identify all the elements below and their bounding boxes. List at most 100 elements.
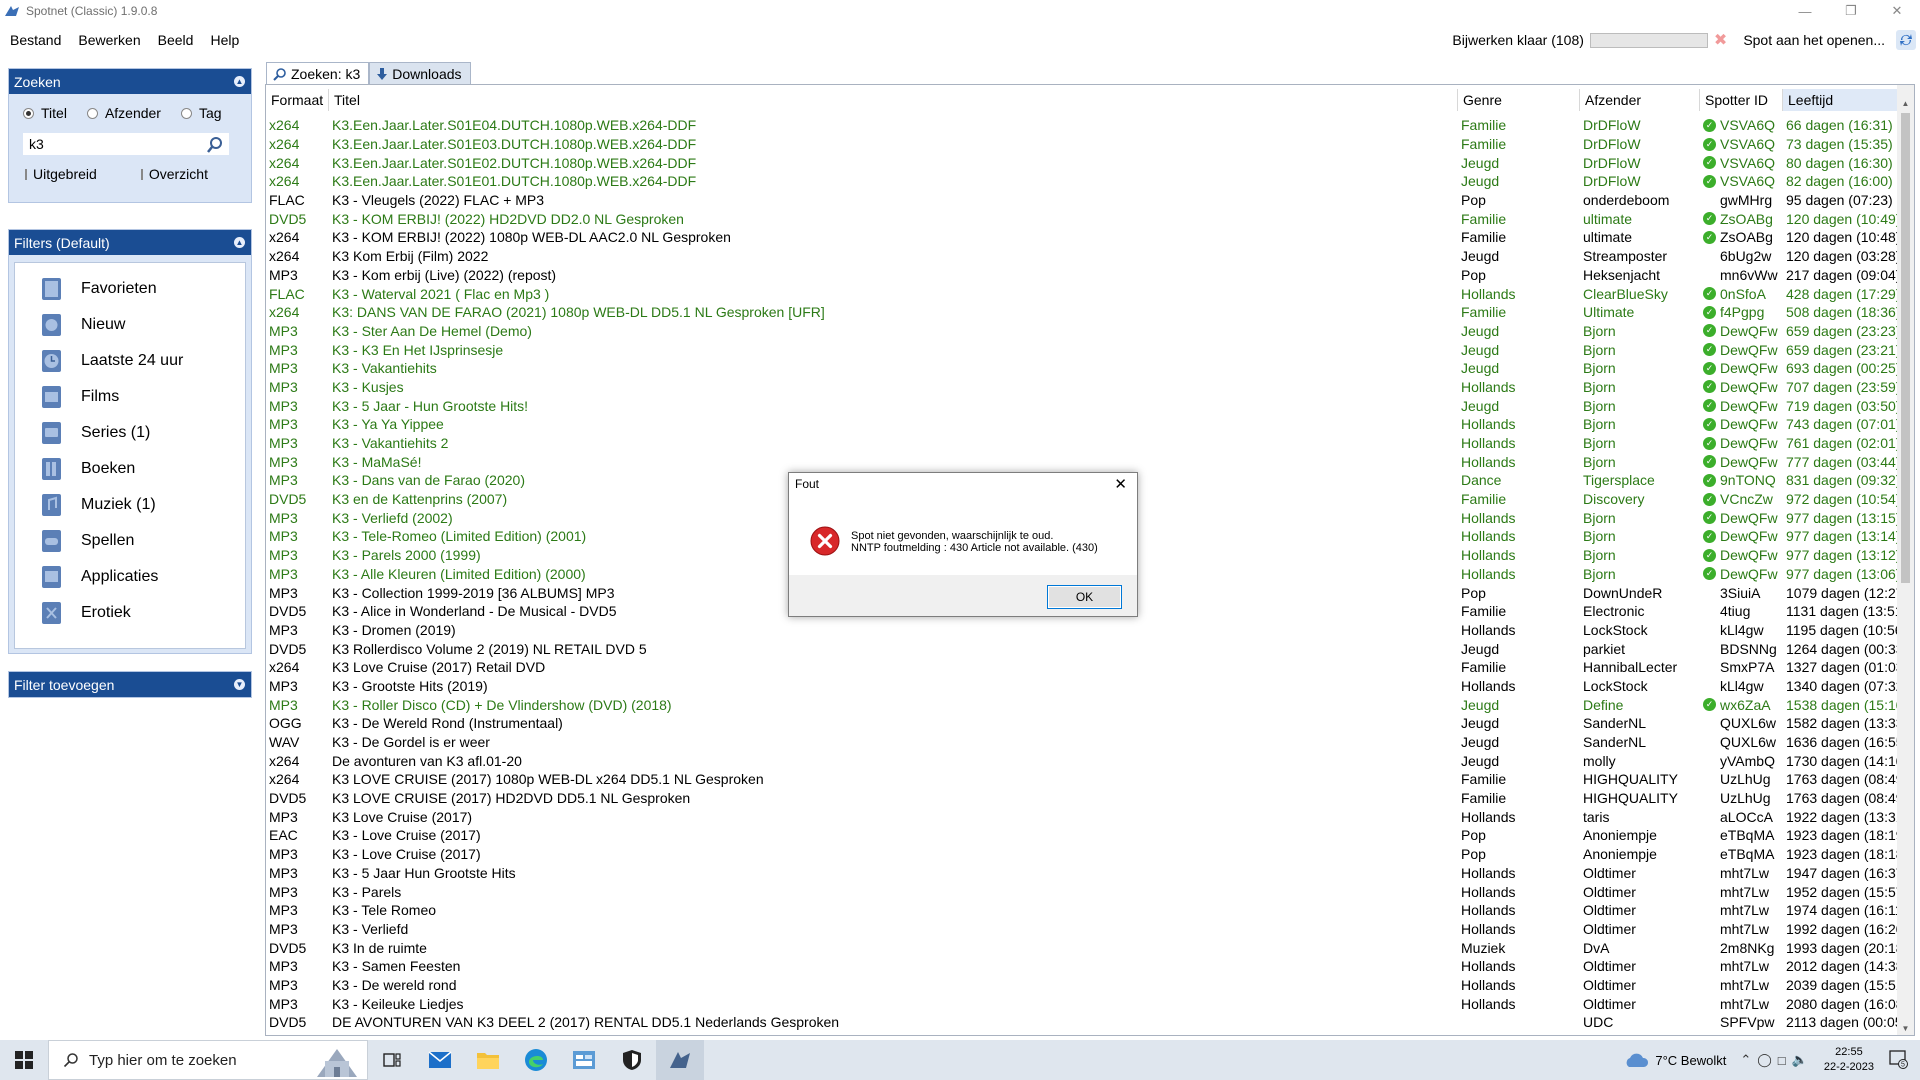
refresh-icon[interactable] [1895, 29, 1917, 51]
col-formaat[interactable]: Formaat [266, 89, 329, 111]
table-row[interactable]: FLAC K3 - Vleugels (2022) FLAC + MP3 Pop on… [266, 191, 1898, 210]
collapse-icon[interactable]: ▲ [234, 237, 245, 248]
table-row[interactable]: x264 K3.Een.Jaar.Later.S01E04.DUTCH.1080p… [266, 116, 1898, 135]
overzicht-checkbox[interactable] [140, 168, 143, 180]
col-afzender[interactable]: Afzender [1580, 89, 1700, 111]
filters-panel-header[interactable]: Filters (Default) ▲ [9, 230, 251, 255]
tab-zoeken-k3[interactable]: Zoeken: k3 [266, 62, 370, 84]
file-explorer-button[interactable] [464, 1040, 512, 1080]
search-panel-header[interactable]: Zoeken ▲ [9, 69, 251, 94]
collapse-icon[interactable]: ▲ [234, 76, 245, 87]
col-spotter-id[interactable]: Spotter ID [1700, 89, 1783, 111]
col-titel[interactable]: Titel [329, 89, 1458, 111]
table-row[interactable]: MP3 K3 - Ster Aan De Hemel (Demo) Jeugd Bjo… [266, 322, 1898, 341]
menu-bestand[interactable]: Bestand [0, 32, 68, 48]
filter-item-boeken[interactable]: Boeken [15, 451, 245, 487]
filter-item-erotiek[interactable]: Erotiek [15, 595, 245, 631]
control-panel-button[interactable] [560, 1040, 608, 1080]
table-row[interactable]: x264 De avonturen van K3 afl.01-20 Jeugd mo… [266, 751, 1898, 770]
minimize-button[interactable]: — [1782, 0, 1828, 22]
filter-item-films[interactable]: Films [15, 379, 245, 415]
table-row[interactable]: MP3 K3 - Ya Ya Yippee Hollands Bjorn ✓ DewQFw… [266, 415, 1898, 434]
restore-button[interactable]: ❐ [1828, 0, 1874, 22]
table-row[interactable]: MP3 K3 - Grootste Hits (2019) Hollands Lock… [266, 677, 1898, 696]
table-row[interactable]: MP3 K3 - Vakantiehits 2 Hollands Bjorn ✓ DewQ… [266, 434, 1898, 453]
filter-item-spellen[interactable]: Spellen [15, 523, 245, 559]
table-row[interactable]: MP3 K3 - Kusjes Hollands Bjorn ✓ DewQFw 707 da… [266, 378, 1898, 397]
table-row[interactable]: MP3 K3 - Parels Hollands Oldtimer mht7Lw 1952… [266, 882, 1898, 901]
table-row[interactable]: MP3 K3 - Keileuke Liedjes Hollands Oldtimer… [266, 994, 1898, 1013]
table-row[interactable]: DVD5 K3 LOVE CRUISE (2017) HD2DVD DD5.1 N… [266, 789, 1898, 808]
table-row[interactable]: x264 K3.Een.Jaar.Later.S01E03.DUTCH.1080p… [266, 135, 1898, 154]
table-row[interactable]: MP3 K3 - Tele Romeo Hollands Oldtimer mht7Lw… [266, 901, 1898, 920]
table-row[interactable]: x264 K3.Een.Jaar.Later.S01E02.DUTCH.1080p… [266, 153, 1898, 172]
table-row[interactable]: OGG K3 - De Wereld Rond (Instrumentaal) Je… [266, 714, 1898, 733]
radio-tag[interactable] [180, 107, 192, 119]
table-row[interactable]: DVD5 K3 Rollerdisco Volume 2 (2019) NL RE… [266, 639, 1898, 658]
scroll-thumb[interactable] [1901, 113, 1910, 583]
taskbar-search-box[interactable]: Typ hier om te zoeken [48, 1040, 368, 1080]
table-row[interactable]: WAV K3 - De Gordel is er weer Jeugd SanderN… [266, 733, 1898, 752]
col-genre[interactable]: Genre [1458, 89, 1580, 111]
notification-center-button[interactable]: 5 [1888, 1049, 1920, 1072]
table-row[interactable]: MP3 K3 - Love Cruise (2017) Pop Anoniempje e… [266, 845, 1898, 864]
table-row[interactable]: x264 K3 LOVE CRUISE (2017) 1080p WEB-DL x… [266, 770, 1898, 789]
filter-item-favorieten[interactable]: Favorieten [15, 271, 245, 307]
table-row[interactable]: MP3 K3 - Kom erbij (Live) (2022) (repost)… [266, 266, 1898, 285]
col-leeftijd[interactable]: Leeftijd [1783, 89, 1898, 111]
filter-item-nieuw[interactable]: Nieuw [15, 307, 245, 343]
table-row[interactable]: DVD5 K3 In de ruimte Muziek DvA 2m8NKg 1993 d… [266, 938, 1898, 957]
start-button[interactable] [0, 1040, 48, 1080]
volume-icon[interactable]: 🔈 [1792, 1052, 1808, 1068]
weather-widget[interactable]: 7°C Bewolkt [1623, 1052, 1726, 1068]
table-row[interactable]: MP3 K3 - Roller Disco (CD) + De Vlindersh… [266, 695, 1898, 714]
show-hidden-icons-icon[interactable]: ⌃ [1740, 1052, 1751, 1068]
tab-downloads[interactable]: Downloads [369, 62, 471, 84]
spotnet-taskbar-button[interactable] [656, 1040, 704, 1080]
dialog-close-icon[interactable]: ✕ [1114, 475, 1127, 493]
menu-beeld[interactable]: Beeld [148, 32, 201, 48]
table-row[interactable]: DVD5 DE AVONTUREN VAN K3 DEEL 2 (2017) RE… [266, 1013, 1898, 1032]
table-row[interactable]: x264 K3 Love Cruise (2017) Retail DVD Fami… [266, 658, 1898, 677]
table-row[interactable]: MP3 K3 - K3 En Het IJsprinsesje Jeugd Bjorn… [266, 340, 1898, 359]
table-row[interactable]: MP3 K3 - Vakantiehits Jeugd Bjorn ✓ DewQFw 693… [266, 359, 1898, 378]
clock[interactable]: 22:55 22-2-2023 [1824, 1045, 1874, 1075]
menu-bewerken[interactable]: Bewerken [68, 32, 147, 48]
network-icon[interactable]: □ [1778, 1053, 1786, 1068]
search-input[interactable]: k3 [23, 133, 229, 155]
table-row[interactable]: MP3 K3 - De wereld rond Hollands Oldtimer mh… [266, 976, 1898, 995]
ok-button[interactable]: OK [1047, 585, 1122, 609]
table-row[interactable]: FLAC K3 - Waterval 2021 ( Flac en Mp3 ) Ho… [266, 284, 1898, 303]
security-app-button[interactable] [608, 1040, 656, 1080]
edge-browser-button[interactable] [512, 1040, 560, 1080]
table-row[interactable]: MP3 K3 Love Cruise (2017) Hollands taris aLO… [266, 807, 1898, 826]
scroll-down-icon[interactable]: ▼ [1897, 1024, 1914, 1033]
table-row[interactable]: EAC K3 - Love Cruise (2017) Pop Anoniempje e… [266, 826, 1898, 845]
table-row[interactable]: MP3 K3 - Samen Feesten Hollands Oldtimer mht… [266, 957, 1898, 976]
close-window-button[interactable]: ✕ [1874, 0, 1920, 22]
filter-item-muziek-1[interactable]: Muziek (1) [15, 487, 245, 523]
table-row[interactable]: MP3 K3 - Dromen (2019) Hollands LockStock kL… [266, 621, 1898, 640]
table-row[interactable]: MP3 K3 - 5 Jaar Hun Grootste Hits Hollands… [266, 864, 1898, 883]
table-row[interactable]: x264 K3.Een.Jaar.Later.S01E01.DUTCH.1080p… [266, 172, 1898, 191]
search-icon[interactable] [206, 136, 224, 154]
add-filter-panel-header[interactable]: Filter toevoegen ▼ [9, 672, 251, 697]
task-view-button[interactable] [368, 1040, 416, 1080]
cancel-icon[interactable]: ✖ [1714, 30, 1727, 50]
vertical-scrollbar[interactable]: ▲ ▼ [1897, 85, 1914, 1035]
table-row[interactable]: MP3 K3 - MaMaSé! Hollands Bjorn ✓ DewQFw 777 d… [266, 452, 1898, 471]
radio-afzender[interactable] [86, 107, 98, 119]
filter-item-series-1[interactable]: Series (1) [15, 415, 245, 451]
menu-help[interactable]: Help [200, 32, 246, 48]
power-icon[interactable]: ◯ [1757, 1052, 1772, 1068]
table-row[interactable]: MP3 K3 - Verliefd Hollands Oldtimer mht7Lw 19… [266, 920, 1898, 939]
table-row[interactable]: DVD5 K3 - KOM ERBIJ! (2022) HD2DVD DD2.0 … [266, 209, 1898, 228]
expand-icon[interactable]: ▼ [234, 679, 245, 690]
mail-app-button[interactable] [416, 1040, 464, 1080]
table-row[interactable]: MP3 K3 - 5 Jaar - Hun Grootste Hits! Jeugd… [266, 396, 1898, 415]
table-row[interactable]: x264 K3: DANS VAN DE FARAO (2021) 1080p W… [266, 303, 1898, 322]
radio-titel[interactable] [23, 107, 34, 119]
filter-item-applicaties[interactable]: Applicaties [15, 559, 245, 595]
filter-item-laatste-24-uur[interactable]: Laatste 24 uur [15, 343, 245, 379]
uitgebreid-checkbox[interactable] [25, 168, 27, 180]
